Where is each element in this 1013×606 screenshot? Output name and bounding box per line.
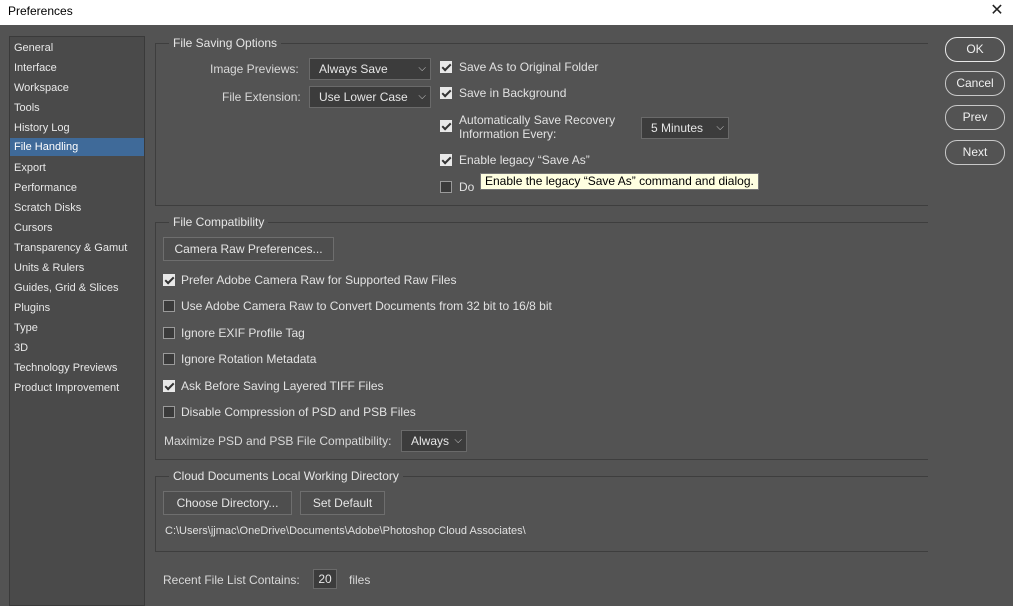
file-extension-value: Use Lower Case bbox=[319, 90, 408, 104]
recent-files-input[interactable]: 20 bbox=[313, 569, 337, 589]
sidebar-item-units-rulers[interactable]: Units & Rulers bbox=[10, 259, 144, 277]
ask-tiff-checkbox[interactable] bbox=[163, 380, 175, 392]
disable-compression-label: Disable Compression of PSD and PSB Files bbox=[181, 405, 416, 419]
maximize-compat-value: Always bbox=[411, 434, 450, 448]
auto-save-interval-select[interactable]: 5 Minutes ⌵ bbox=[641, 117, 729, 139]
chevron-down-icon: ⌵ bbox=[418, 63, 426, 74]
set-default-button[interactable]: Set Default bbox=[300, 491, 385, 515]
section-divider bbox=[155, 222, 156, 459]
ok-button[interactable]: OK bbox=[945, 37, 1005, 62]
sidebar-item-tools[interactable]: Tools bbox=[10, 99, 144, 117]
window-title: Preferences bbox=[8, 4, 73, 18]
save-in-background-checkbox[interactable] bbox=[440, 87, 452, 99]
sidebar-item-technology-previews[interactable]: Technology Previews bbox=[10, 359, 144, 377]
section-divider bbox=[155, 551, 928, 552]
camera-raw-convert-checkbox[interactable] bbox=[163, 300, 175, 312]
file-extension-select[interactable]: Use Lower Case ⌵ bbox=[309, 86, 431, 108]
section-divider bbox=[155, 459, 928, 460]
disable-compression-checkbox[interactable] bbox=[163, 406, 175, 418]
image-previews-value: Always Save bbox=[319, 62, 388, 76]
save-as-original-label: Save As to Original Folder bbox=[459, 60, 599, 74]
prefer-camera-raw-label: Prefer Adobe Camera Raw for Supported Ra… bbox=[181, 273, 457, 287]
sidebar-item-workspace[interactable]: Workspace bbox=[10, 79, 144, 97]
chevron-down-icon: ⌵ bbox=[716, 122, 724, 133]
recent-files-suffix: files bbox=[349, 573, 371, 587]
ignore-rotation-label: Ignore Rotation Metadata bbox=[181, 352, 317, 366]
next-button[interactable]: Next bbox=[945, 140, 1005, 165]
section-divider bbox=[155, 222, 928, 223]
sidebar-item-general[interactable]: General bbox=[10, 39, 144, 57]
auto-save-checkbox[interactable] bbox=[440, 120, 452, 132]
legacy-save-as-checkbox[interactable] bbox=[440, 154, 452, 166]
sidebar-item-guides-grid-slices[interactable]: Guides, Grid & Slices bbox=[10, 279, 144, 297]
sidebar-item-export[interactable]: Export bbox=[10, 159, 144, 177]
save-in-background-label: Save in Background bbox=[459, 86, 567, 100]
sidebar-item-scratch-disks[interactable]: Scratch Disks bbox=[10, 199, 144, 217]
section-divider bbox=[155, 476, 156, 551]
prev-button[interactable]: Prev bbox=[945, 105, 1005, 130]
close-icon[interactable]: ✕ bbox=[987, 1, 1007, 21]
sidebar-item-file-handling[interactable]: File Handling bbox=[10, 138, 144, 156]
image-previews-select[interactable]: Always Save ⌵ bbox=[309, 58, 431, 80]
chevron-down-icon: ⌵ bbox=[454, 435, 462, 446]
file-extension-label: File Extension: bbox=[222, 90, 301, 104]
camera-raw-convert-label: Use Adobe Camera Raw to Convert Document… bbox=[181, 299, 552, 313]
save-as-original-checkbox[interactable] bbox=[440, 61, 452, 73]
auto-save-label-line1: Automatically Save Recovery bbox=[459, 113, 616, 127]
cancel-button[interactable]: Cancel bbox=[945, 71, 1005, 96]
ignore-exif-checkbox[interactable] bbox=[163, 327, 175, 339]
maximize-compat-select[interactable]: Always ⌵ bbox=[401, 430, 467, 452]
sidebar-item-performance[interactable]: Performance bbox=[10, 179, 144, 197]
ignore-exif-label: Ignore EXIF Profile Tag bbox=[181, 326, 305, 340]
preferences-sidebar: General Interface Workspace Tools Histor… bbox=[9, 36, 145, 606]
section-divider bbox=[155, 43, 156, 205]
file-saving-options-title: File Saving Options bbox=[169, 36, 282, 50]
tooltip: Enable the legacy “Save As” command and … bbox=[480, 173, 759, 190]
prefer-camera-raw-checkbox[interactable] bbox=[163, 274, 175, 286]
recent-files-label: Recent File List Contains: bbox=[163, 573, 300, 587]
sidebar-item-interface[interactable]: Interface bbox=[10, 59, 144, 77]
sidebar-item-plugins[interactable]: Plugins bbox=[10, 299, 144, 317]
cloud-directory-path: C:\Users\jjmac\OneDrive\Documents\Adobe\… bbox=[165, 525, 526, 537]
do-not-append-checkbox[interactable] bbox=[440, 181, 452, 193]
file-compatibility-title: File Compatibility bbox=[169, 215, 269, 229]
image-previews-label: Image Previews: bbox=[210, 62, 299, 76]
ask-tiff-label: Ask Before Saving Layered TIFF Files bbox=[181, 379, 384, 393]
sidebar-item-type[interactable]: Type bbox=[10, 319, 144, 337]
camera-raw-preferences-button[interactable]: Camera Raw Preferences... bbox=[163, 237, 334, 261]
chevron-down-icon: ⌵ bbox=[418, 91, 426, 102]
sidebar-item-product-improvement[interactable]: Product Improvement bbox=[10, 379, 144, 397]
cloud-documents-title: Cloud Documents Local Working Directory bbox=[169, 469, 403, 483]
auto-save-interval-value: 5 Minutes bbox=[651, 121, 704, 135]
legacy-save-as-label: Enable legacy “Save As” bbox=[459, 153, 590, 167]
auto-save-label-line2: Information Every: bbox=[459, 127, 557, 141]
do-not-append-label: Do bbox=[459, 180, 475, 194]
title-bar: Preferences ✕ bbox=[0, 0, 1013, 25]
sidebar-item-transparency-gamut[interactable]: Transparency & Gamut bbox=[10, 239, 144, 257]
sidebar-item-cursors[interactable]: Cursors bbox=[10, 219, 144, 237]
sidebar-item-3d[interactable]: 3D bbox=[10, 339, 144, 357]
choose-directory-button[interactable]: Choose Directory... bbox=[163, 491, 292, 515]
ignore-rotation-checkbox[interactable] bbox=[163, 353, 175, 365]
maximize-compat-label: Maximize PSD and PSB File Compatibility: bbox=[164, 434, 392, 448]
sidebar-item-history-log[interactable]: History Log bbox=[10, 119, 144, 137]
section-divider bbox=[155, 205, 928, 206]
